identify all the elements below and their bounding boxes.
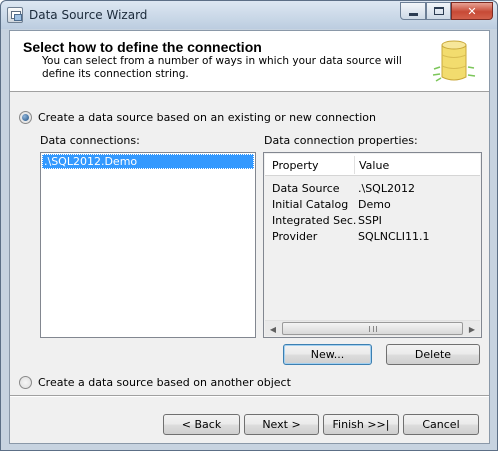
wizard-window-icon [7,7,23,23]
cancel-button[interactable]: Cancel [403,414,479,435]
close-button[interactable]: ✕ [451,2,493,20]
minimize-button[interactable] [400,2,426,20]
data-connections-label: Data connections: [40,134,140,147]
finish-button[interactable]: Finish >>| [323,414,399,435]
property-name: Integrated Sec... [272,214,356,227]
property-value: SSPI [358,214,382,227]
scroll-left-icon[interactable]: ◀ [265,321,281,337]
title-bar[interactable]: Data Source Wizard ✕ [1,1,497,29]
data-source-wizard-window: Data Source Wizard ✕ Select how to defin… [0,0,498,451]
database-icon [432,40,476,82]
scroll-right-icon[interactable]: ▶ [464,321,480,337]
property-value: .\SQL2012 [358,182,415,195]
property-row: Initial Catalog Demo [272,198,477,213]
wizard-client-area: Select how to define the connection You … [9,30,490,444]
property-value: SQLNCLI11.1 [358,230,430,243]
footer-divider [10,395,489,397]
maximize-icon [433,7,444,15]
property-column-header[interactable]: Property [272,159,319,172]
connection-properties-label: Data connection properties: [264,134,418,147]
maximize-button[interactable] [426,2,451,20]
other-object-radio[interactable] [19,376,32,389]
close-icon: ✕ [467,4,477,18]
connection-item-selected[interactable]: .\SQL2012.Demo [42,154,254,169]
property-row: Data Source .\SQL2012 [272,182,477,197]
property-name: Data Source [272,182,340,195]
minimize-icon [408,12,418,16]
next-button[interactable]: Next > [244,414,319,435]
new-connection-button[interactable]: New... [283,344,372,365]
existing-connection-label[interactable]: Create a data source based on an existin… [38,111,376,124]
properties-horizontal-scrollbar[interactable]: ◀ ▶ [265,320,480,336]
delete-connection-button[interactable]: Delete [386,344,480,365]
other-object-label[interactable]: Create a data source based on another ob… [38,376,291,389]
connection-properties-grid: Property Value Data Source .\SQL2012 Ini… [263,152,482,338]
scrollbar-thumb[interactable] [282,322,463,335]
column-separator [354,156,355,174]
properties-header-row: Property Value [265,154,480,176]
value-column-header[interactable]: Value [359,159,389,172]
existing-connection-radio[interactable] [19,111,32,124]
property-row: Integrated Sec... SSPI [272,214,477,229]
back-button[interactable]: < Back [163,414,240,435]
grip-icon [369,326,377,332]
property-value: Demo [358,198,391,211]
property-row: Provider SQLNCLI11.1 [272,230,477,245]
property-name: Initial Catalog [272,198,349,211]
wizard-header: Select how to define the connection You … [10,31,489,92]
page-title: Select how to define the connection [23,39,262,55]
window-title: Data Source Wizard [29,8,148,22]
data-connections-list[interactable]: .\SQL2012.Demo [40,152,256,338]
page-description: You can select from a number of ways in … [42,55,402,80]
property-name: Provider [272,230,318,243]
